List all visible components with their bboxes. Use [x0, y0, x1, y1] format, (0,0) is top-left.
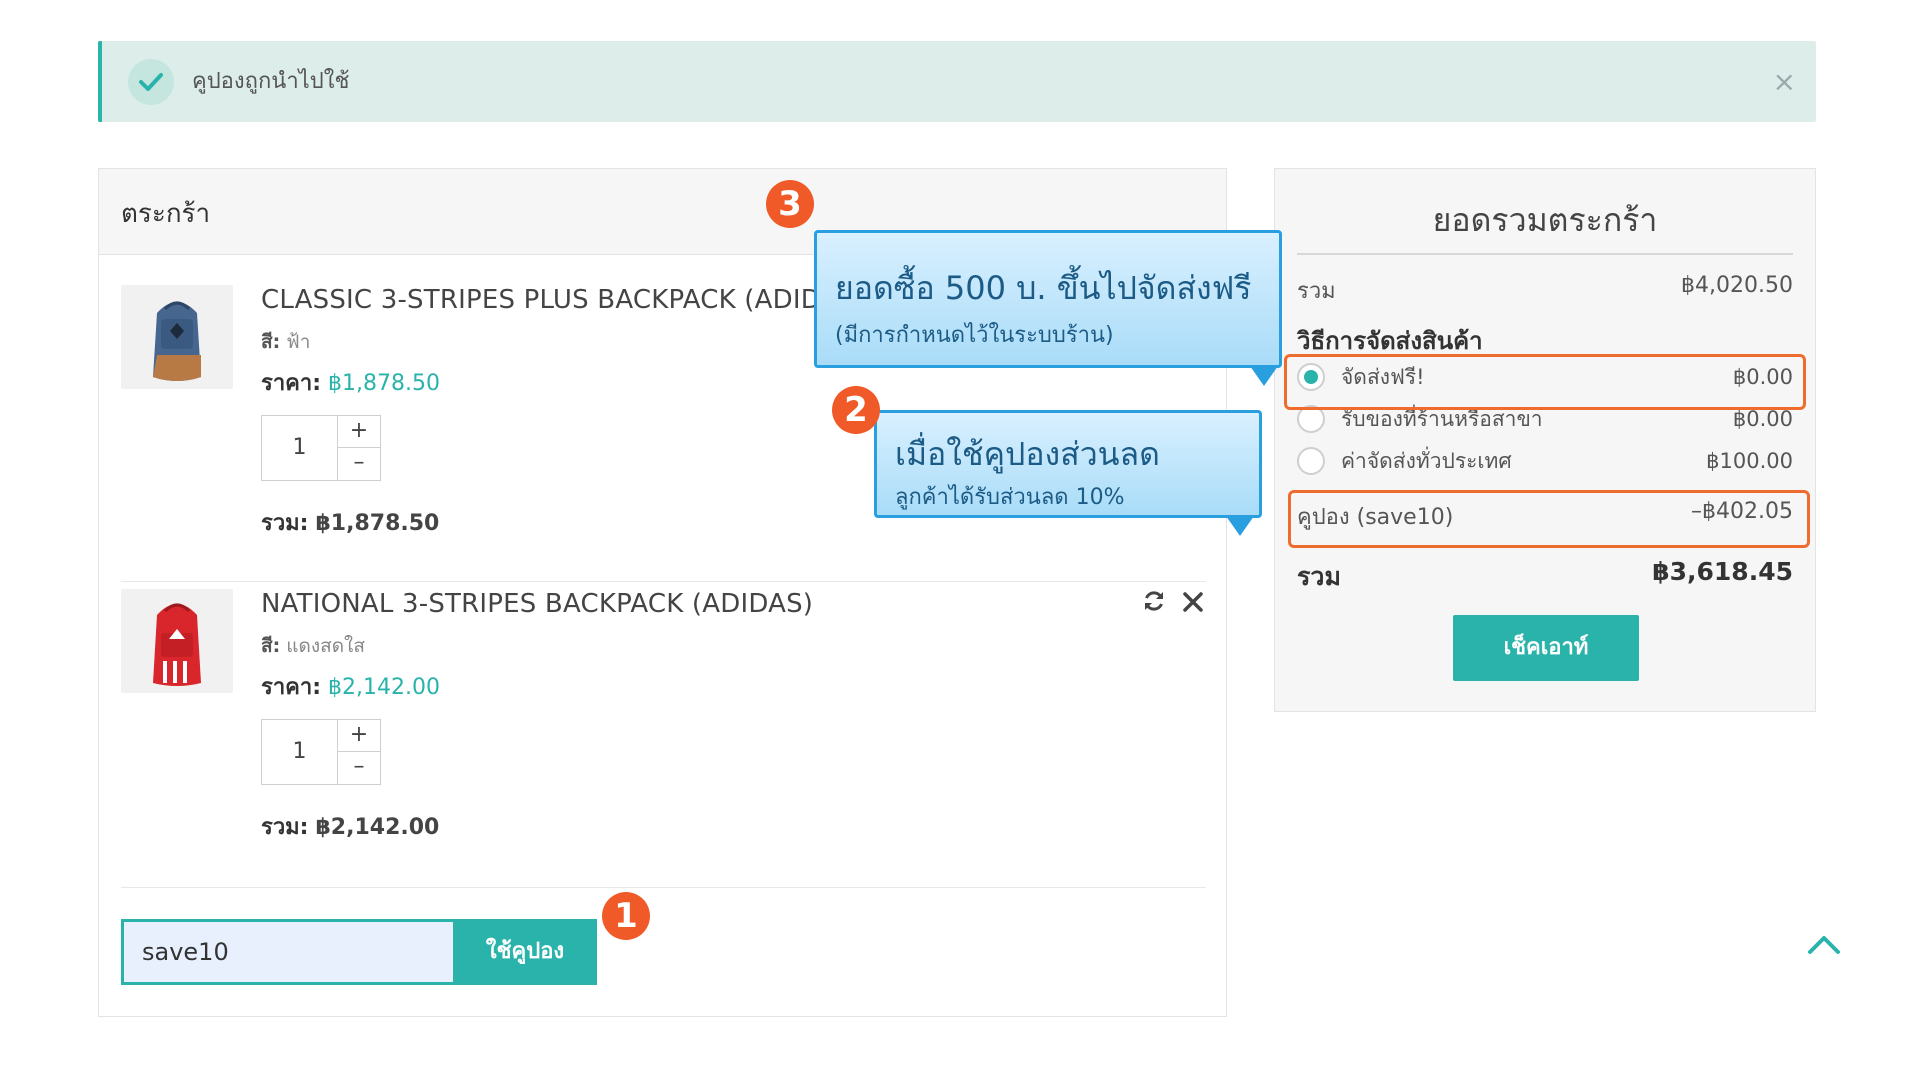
step-badge-3: 3: [766, 180, 814, 228]
total-row: รวม ฿3,618.45: [1297, 557, 1793, 597]
product-price: ราคา: ฿1,878.50: [261, 371, 441, 396]
callout-main-text: เมื่อใช้คูปองส่วนลด: [895, 435, 1160, 473]
step-badge-1: 1: [602, 892, 650, 940]
summary-divider: [1297, 253, 1793, 255]
subtotal-value: ฿4,020.50: [1681, 273, 1793, 298]
coupon-input[interactable]: [121, 919, 453, 985]
cart-title: ตระกร้า: [121, 199, 211, 229]
quantity-minus-button[interactable]: –: [338, 448, 380, 480]
success-alert: คูปองถูกนำไปใช้ ×: [98, 41, 1816, 122]
quantity-input[interactable]: 1: [262, 416, 338, 480]
refresh-icon[interactable]: [1142, 589, 1166, 619]
cart-item: NATIONAL 3-STRIPES BACKPACK (ADIDAS) สี:…: [121, 589, 1206, 849]
radio-unselected[interactable]: [1297, 447, 1325, 475]
subtotal-label: รวม: [1297, 279, 1336, 304]
check-icon: [128, 59, 174, 105]
checkout-button[interactable]: เช็คเอาท์: [1453, 615, 1639, 681]
callout-sub-text: (มีการกำหนดไว้ในระบบร้าน): [835, 323, 1114, 348]
product-name[interactable]: CLASSIC 3-STRIPES PLUS BACKPACK (ADIDAS): [261, 285, 866, 315]
quantity-stepper[interactable]: 1 + –: [261, 719, 381, 785]
product-price: ราคา: ฿2,142.00: [261, 675, 441, 700]
item-divider: [121, 581, 1206, 582]
item-subtotal: รวม: ฿2,142.00: [261, 815, 440, 840]
quantity-input[interactable]: 1: [262, 720, 338, 784]
callout-tail: [1226, 516, 1254, 536]
product-image-blue-backpack[interactable]: [121, 285, 233, 389]
apply-coupon-button[interactable]: ใช้คูปอง: [453, 919, 597, 985]
callout-sub-text: ลูกค้าได้รับส่วนลด 10%: [895, 485, 1125, 510]
product-name[interactable]: NATIONAL 3-STRIPES BACKPACK (ADIDAS): [261, 589, 813, 619]
quantity-stepper[interactable]: 1 + –: [261, 415, 381, 481]
summary-title: ยอดรวมตระกร้า: [1432, 201, 1658, 239]
highlight-free-shipping: [1284, 354, 1806, 410]
callout-free-shipping: ยอดซื้อ 500 บ. ขึ้นไปจัดส่งฟรี (มีการกำห…: [814, 230, 1282, 368]
total-value: ฿3,618.45: [1652, 557, 1793, 586]
highlight-coupon: [1288, 490, 1810, 548]
alert-close-button[interactable]: ×: [1773, 41, 1796, 122]
quantity-minus-button[interactable]: –: [338, 752, 380, 784]
step-badge-2: 2: [832, 386, 880, 434]
callout-tail: [1250, 366, 1278, 386]
summary-subtotal-row: รวม ฿4,020.50: [1297, 273, 1793, 308]
chevron-up-icon[interactable]: [1806, 932, 1842, 956]
item-divider: [121, 887, 1206, 888]
cart-summary: ยอดรวมตระกร้า รวม ฿4,020.50 วิธีการจัดส่…: [1274, 168, 1816, 712]
shipping-option-nationwide[interactable]: ค่าจัดส่งทั่วประเทศ ฿100.00: [1297, 443, 1793, 479]
quantity-plus-button[interactable]: +: [338, 416, 380, 448]
callout-coupon-discount: เมื่อใช้คูปองส่วนลด ลูกค้าได้รับส่วนลด 1…: [874, 410, 1262, 518]
alert-message: คูปองถูกนำไปใช้: [192, 69, 350, 94]
item-actions: [1142, 589, 1204, 619]
product-color: สี: แดงสดใส: [261, 635, 365, 657]
close-icon[interactable]: [1182, 589, 1204, 619]
item-subtotal: รวม: ฿1,878.50: [261, 511, 440, 536]
product-image-red-backpack[interactable]: [121, 589, 233, 693]
quantity-plus-button[interactable]: +: [338, 720, 380, 752]
callout-main-text: ยอดซื้อ 500 บ. ขึ้นไปจัดส่งฟรี: [835, 269, 1252, 307]
product-color: สี: ฟ้า: [261, 331, 311, 353]
total-label: รวม: [1297, 562, 1341, 591]
